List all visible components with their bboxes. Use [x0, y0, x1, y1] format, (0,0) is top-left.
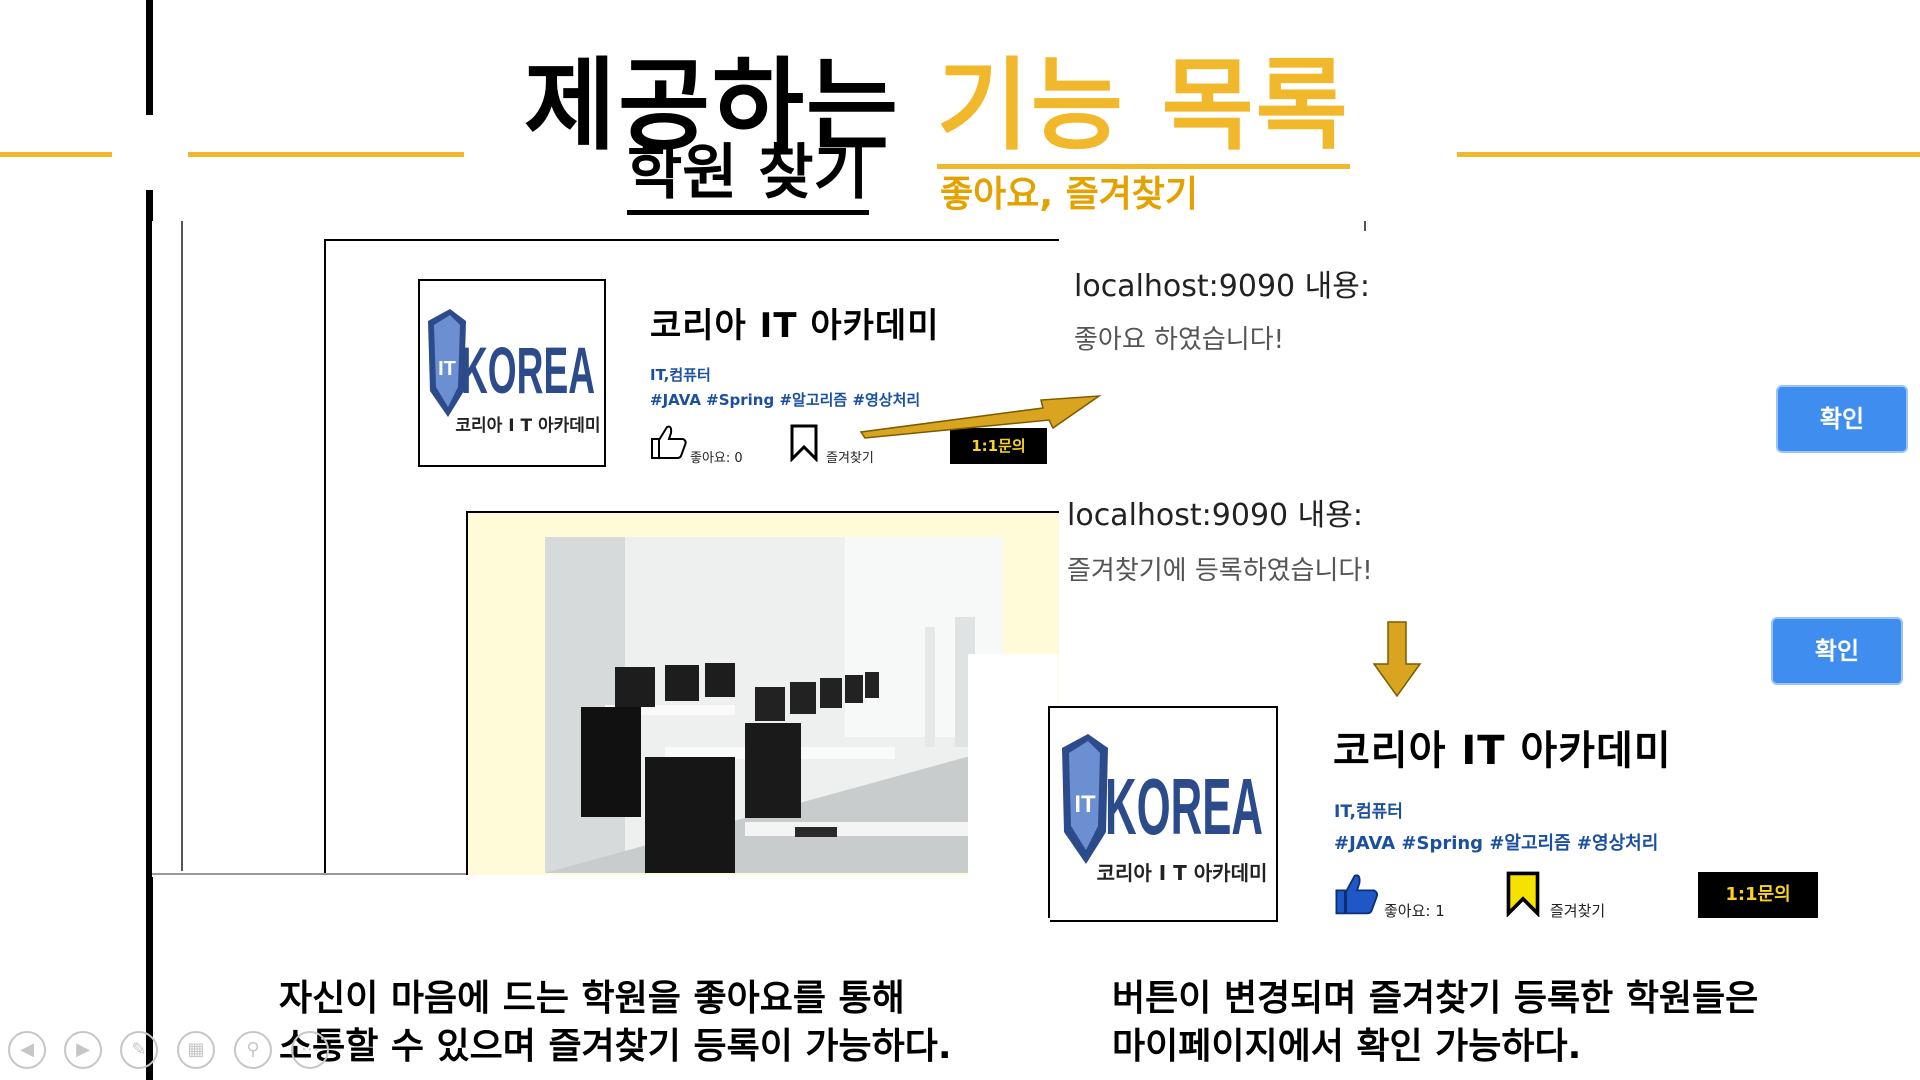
academy-logo-after: IT KOREA 코리아 I T 아카데미 — [1050, 706, 1278, 922]
next-icon[interactable]: ▶ — [64, 1031, 102, 1069]
more-icon[interactable]: ⋯ — [291, 1031, 329, 1069]
screenshot-crop-mask — [968, 654, 1058, 880]
screenshot-edge — [181, 221, 183, 871]
bookmark-label-after: 즐겨찾기 — [1550, 902, 1606, 920]
alert-dialog-bookmark: localhost:9090 내용: 즐겨찾기에 등록하였습니다! 확인 — [1055, 460, 1915, 690]
logo-badge-text: IT — [1074, 791, 1096, 818]
caption-left-line2: 소통할 수 있으며 즐겨찾기 등록이 가능하다. — [279, 1026, 952, 1067]
zoom-icon[interactable]: ⚲ — [234, 1031, 272, 1069]
title-part2: 기능 목록 — [936, 47, 1350, 169]
subtitle-main: 학원 찾기 — [627, 136, 869, 215]
accent-line-right — [1457, 152, 1920, 157]
caption-left-line1: 자신이 마음에 드는 학원을 좋아요를 통해 — [279, 978, 905, 1019]
academy-tags-after: #JAVA #Spring #알고리즘 #영상처리 — [1334, 833, 1659, 854]
accent-line-left-1 — [0, 152, 112, 157]
bookmark-label: 즐겨찾기 — [826, 451, 874, 466]
academy-category: IT,컴퓨터 — [650, 366, 711, 384]
previous-icon[interactable]: ◀ — [8, 1031, 46, 1069]
left-vertical-bar-top — [146, 0, 153, 115]
classroom-photo — [545, 537, 1003, 873]
academy-logo: IT KOREA 코리아 I T 아카데미 — [418, 279, 606, 467]
academy-name-after: 코리아 IT 아카데미 — [1333, 728, 1672, 774]
bookmark-filled-icon[interactable] — [1504, 871, 1542, 918]
dialog-title: localhost:9090 내용: — [1074, 269, 1370, 304]
caption-right: 버튼이 변경되며 즐겨찾기 등록한 학원들은 마이페이지에서 확인 가능하다. — [1112, 975, 1758, 1071]
thumbs-up-filled-icon[interactable] — [1334, 872, 1380, 916]
subtitle-secondary: 좋아요, 즐겨찾기 — [940, 174, 1199, 215]
thumbs-up-outline-icon[interactable] — [650, 424, 688, 460]
logo-sub-text: 코리아 I T 아카데미 — [455, 416, 600, 436]
logo-main-text: KOREA — [1105, 762, 1263, 851]
caption-left: 자신이 마음에 드는 학원을 좋아요를 통해 소통할 수 있으며 즐겨찾기 등록… — [279, 975, 952, 1071]
alert-dialog-like: localhost:9090 내용: 좋아요 하였습니다! 확인 — [1060, 225, 1920, 455]
like-count-after: 좋아요: 1 — [1384, 902, 1445, 920]
academy-name: 코리아 IT 아카데미 — [650, 306, 940, 346]
academy-category-after: IT,컴퓨터 — [1334, 802, 1403, 822]
inquiry-button-after[interactable]: 1:1문의 — [1698, 872, 1818, 918]
dialog-message: 즐겨찾기에 등록하였습니다! — [1067, 556, 1373, 586]
pen-icon[interactable]: ✎ — [120, 1031, 158, 1069]
dialog-ok-button[interactable]: 확인 — [1776, 385, 1908, 453]
caption-right-line2: 마이페이지에서 확인 가능하다. — [1112, 1026, 1582, 1067]
dialog-title: localhost:9090 내용: — [1067, 498, 1363, 533]
slides-grid-icon[interactable]: ▦ — [177, 1031, 215, 1069]
bookmark-outline-icon[interactable] — [789, 424, 819, 463]
logo-badge-text: IT — [438, 358, 456, 380]
screenshot-bottom-edge — [152, 873, 505, 875]
dialog-edge — [1364, 221, 1366, 231]
logo-main-text: KOREA — [461, 333, 595, 407]
like-count: 좋아요: 0 — [690, 451, 743, 466]
dialog-message: 좋아요 하였습니다! — [1074, 325, 1285, 355]
accent-line-left-2 — [188, 152, 464, 157]
dialog-ok-button[interactable]: 확인 — [1771, 617, 1903, 685]
logo-sub-text: 코리아 I T 아카데미 — [1097, 861, 1268, 885]
caption-right-line1: 버튼이 변경되며 즐겨찾기 등록한 학원들은 — [1112, 978, 1759, 1019]
